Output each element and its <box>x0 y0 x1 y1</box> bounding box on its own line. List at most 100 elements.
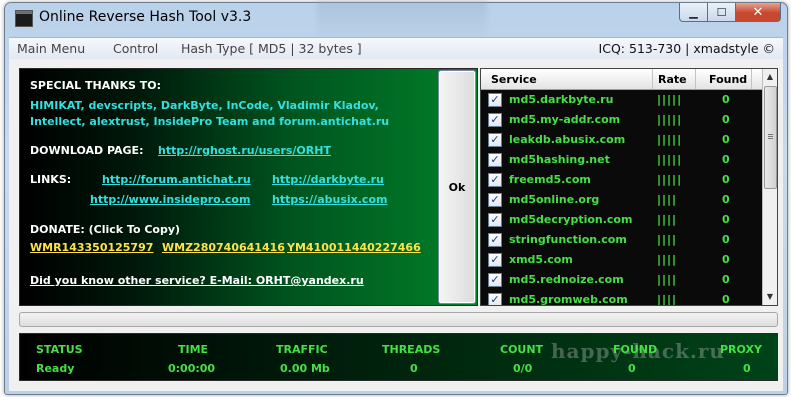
window-title: Online Reverse Hash Tool v3.3 <box>39 9 252 25</box>
donate-wmr[interactable]: WMR143350125797 <box>30 241 153 254</box>
service-checkbox[interactable]: ✓ <box>488 233 502 247</box>
service-rate: ||||| <box>657 153 683 166</box>
service-checkbox[interactable]: ✓ <box>488 153 502 167</box>
service-rate: ||||| <box>657 93 683 106</box>
service-row[interactable]: ✓ md5.gromweb.com |||| 0 <box>481 290 763 306</box>
service-found: 0 <box>722 93 730 106</box>
grip-line <box>768 134 773 135</box>
service-checkbox[interactable]: ✓ <box>488 133 502 147</box>
service-rate: |||| <box>657 213 678 226</box>
donate-label: DONATE: (Click To Copy) <box>30 223 181 236</box>
info-panel: SPECIAL THANKS TO: HIMIKAT, devscripts, … <box>19 68 478 306</box>
thanks-heading: SPECIAL THANKS TO: <box>30 79 161 92</box>
service-checkbox[interactable]: ✓ <box>488 113 502 127</box>
service-row[interactable]: ✓ stringfunction.com |||| 0 <box>481 230 763 250</box>
donate-ym[interactable]: YM410011440227466 <box>287 241 421 254</box>
service-row[interactable]: ✓ md5.my-addr.com ||||| 0 <box>481 110 763 130</box>
thanks-line-2: Intellect, alextrust, InsidePro Team and… <box>30 115 390 128</box>
service-found: 0 <box>722 173 730 186</box>
download-link[interactable]: http://rghost.ru/users/ORHT <box>158 144 331 157</box>
service-row[interactable]: ✓ md5.darkbyte.ru ||||| 0 <box>481 90 763 110</box>
client-area: SPECIAL THANKS TO: HIMIKAT, devscripts, … <box>9 59 783 391</box>
service-row[interactable]: ✓ md5online.org |||| 0 <box>481 190 763 210</box>
service-name: md5.rednoize.com <box>509 273 624 286</box>
service-name: stringfunction.com <box>509 233 627 246</box>
grip-line <box>768 136 773 137</box>
service-rate: ||||| <box>657 173 683 186</box>
found-value: 0 <box>628 362 636 375</box>
contact-info: ICQ: 513-730 | xmadstyle © <box>598 41 775 56</box>
service-name: md5hashing.net <box>509 153 610 166</box>
service-name: md5.darkbyte.ru <box>509 93 614 106</box>
ok-button[interactable]: Ok <box>438 70 476 304</box>
service-name: md5decryption.com <box>509 213 633 226</box>
menu-hash-type[interactable]: Hash Type [ MD5 | 32 bytes ] <box>181 41 362 56</box>
scroll-down-icon[interactable]: ▼ <box>763 289 777 305</box>
thanks-line-1: HIMIKAT, devscripts, DarkByte, InCode, V… <box>30 99 379 112</box>
service-found: 0 <box>722 133 730 146</box>
link-darkbyte[interactable]: http://darkbyte.ru <box>272 173 384 186</box>
menu-control[interactable]: Control <box>113 41 158 56</box>
service-row[interactable]: ✓ md5hashing.net ||||| 0 <box>481 150 763 170</box>
app-icon <box>15 10 33 27</box>
proxy-value: 0 <box>743 362 751 375</box>
donate-wmz[interactable]: WMZ280740641416 <box>162 241 285 254</box>
maximize-icon: ☐ <box>716 5 727 19</box>
minimize-button[interactable]: ▁ <box>679 3 708 22</box>
scroll-thumb[interactable] <box>764 86 777 189</box>
service-checkbox[interactable]: ✓ <box>488 173 502 187</box>
service-checkbox[interactable]: ✓ <box>488 193 502 207</box>
count-value: 0/0 <box>513 362 533 375</box>
service-rate: |||| <box>657 293 678 306</box>
link-abusix[interactable]: https://abusix.com <box>272 193 387 206</box>
service-found: 0 <box>722 273 730 286</box>
service-row[interactable]: ✓ freemd5.com ||||| 0 <box>481 170 763 190</box>
traffic-value: 0.00 Mb <box>280 362 330 375</box>
service-list-header: Service Rate Found <box>481 69 763 90</box>
service-rate: |||| <box>657 233 678 246</box>
maximize-button[interactable]: ☐ <box>707 3 736 22</box>
count-header: COUNT <box>500 343 544 356</box>
service-rate: |||| <box>657 273 678 286</box>
service-rate: ||||| <box>657 133 683 146</box>
service-found: 0 <box>722 233 730 246</box>
service-name: xmd5.com <box>509 253 573 266</box>
service-row[interactable]: ✓ xmd5.com |||| 0 <box>481 250 763 270</box>
service-row[interactable]: ✓ md5.rednoize.com |||| 0 <box>481 270 763 290</box>
col-divider <box>751 69 752 89</box>
service-checkbox[interactable]: ✓ <box>488 213 502 227</box>
close-icon: ✕ <box>752 4 764 20</box>
contact-email[interactable]: Did you know other service? E-Mail: ORHT… <box>30 274 364 287</box>
threads-header: THREADS <box>382 343 441 356</box>
col-service[interactable]: Service <box>491 73 537 86</box>
service-name: leakdb.abusix.com <box>509 133 626 146</box>
service-found: 0 <box>722 153 730 166</box>
link-antichat[interactable]: http://forum.antichat.ru <box>102 173 251 186</box>
progress-bar <box>19 312 778 327</box>
service-checkbox[interactable]: ✓ <box>488 253 502 267</box>
close-button[interactable]: ✕ <box>735 3 781 22</box>
grip-line <box>768 138 773 139</box>
service-scrollbar[interactable]: ▲ ▼ <box>762 69 777 305</box>
link-insidepro[interactable]: http://www.insidepro.com <box>90 193 250 206</box>
col-rate[interactable]: Rate <box>658 73 687 86</box>
service-name: md5online.org <box>509 193 600 206</box>
service-name: md5.my-addr.com <box>509 113 621 126</box>
menu-main[interactable]: Main Menu <box>17 41 85 56</box>
title-ghost-overlay <box>317 1 487 41</box>
service-checkbox[interactable]: ✓ <box>488 93 502 107</box>
service-row[interactable]: ✓ leakdb.abusix.com ||||| 0 <box>481 130 763 150</box>
links-label: LINKS: <box>30 173 72 186</box>
time-header: TIME <box>178 343 209 356</box>
service-found: 0 <box>722 253 730 266</box>
service-found: 0 <box>722 113 730 126</box>
service-rate: |||| <box>657 253 678 266</box>
service-found: 0 <box>722 193 730 206</box>
service-checkbox[interactable]: ✓ <box>488 293 502 305</box>
service-row[interactable]: ✓ md5decryption.com |||| 0 <box>481 210 763 230</box>
col-found[interactable]: Found <box>709 73 747 86</box>
service-checkbox[interactable]: ✓ <box>488 273 502 287</box>
col-divider <box>695 69 696 89</box>
scroll-up-icon[interactable]: ▲ <box>763 69 777 85</box>
service-found: 0 <box>722 213 730 226</box>
